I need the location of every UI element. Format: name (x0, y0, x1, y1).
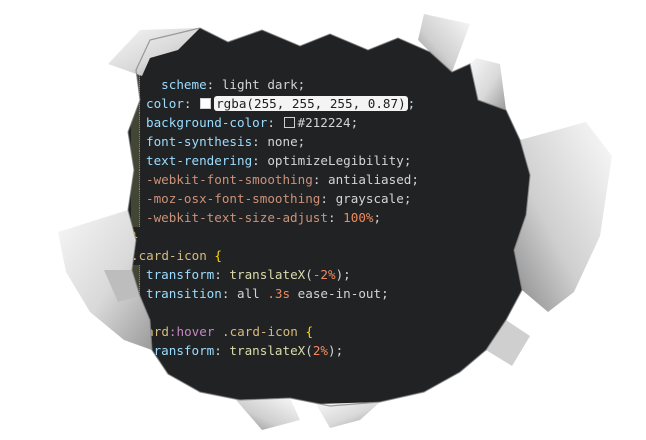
code-token: color (146, 96, 184, 111)
code-token: ); (328, 343, 344, 358)
code-token: grayscale (335, 191, 404, 206)
code-token: light dark (221, 77, 298, 92)
code-token: : (206, 77, 222, 92)
code-token: 100% (343, 210, 374, 225)
color-swatch-icon[interactable] (284, 117, 295, 128)
code-token: font-synthesis (146, 134, 253, 149)
code-line[interactable]: background-color: #212224; (146, 113, 358, 132)
code-token: : (267, 115, 283, 130)
code-token: ; (403, 191, 412, 206)
code-token: : (327, 210, 344, 225)
code-line[interactable]: transform: translateX(2%); (146, 341, 343, 360)
code-token: : (320, 191, 336, 206)
code-line[interactable]: color: rgba(255, 255, 255, 0.87); (146, 94, 415, 113)
code-line[interactable]: font-synthesis: none; (146, 132, 305, 151)
code-token: -2% (312, 267, 336, 282)
code-line[interactable]: -webkit-font-smoothing: antialiased; (146, 170, 419, 189)
code-token: -webkit-text-size-adjust (146, 210, 328, 225)
code-token: scheme (146, 77, 207, 92)
code-token: #212224 (297, 115, 351, 130)
code-token: ; (381, 286, 389, 301)
code-line[interactable]: scheme: light dark; (146, 75, 305, 94)
code-token: ); (335, 267, 351, 282)
code-token: : (183, 96, 200, 111)
code-token: ; (297, 134, 306, 149)
code-token: { (305, 324, 314, 339)
code-line[interactable]: text-rendering: optimizeLegibility; (146, 151, 411, 170)
indent-guide (131, 132, 140, 151)
code-token: translateX (229, 343, 306, 358)
code-token: : (214, 267, 230, 282)
code-token: transform (146, 267, 215, 282)
code-token: .card-icon (131, 248, 207, 263)
code-token: ; (411, 172, 419, 187)
highlighted-value: rgba(255, 255, 255, 0.87) (216, 96, 406, 111)
code-line[interactable]: transform: translateX(-2%); (146, 265, 351, 284)
code-token: { (214, 248, 223, 263)
code-token: :hover (168, 324, 215, 339)
code-token: ; (403, 153, 412, 168)
code-token: ; (350, 115, 359, 130)
code-token: : (252, 153, 268, 168)
code-line[interactable]: -moz-osx-font-smoothing: grayscale; (146, 189, 411, 208)
code-token: none (267, 134, 298, 149)
code-token: ; (407, 96, 416, 111)
indent-guide (131, 208, 140, 227)
code-token: transition (146, 286, 222, 301)
code-token: ease-in-out (290, 286, 382, 301)
code-token: ; (297, 77, 306, 92)
code-token: ( (305, 267, 313, 282)
code-line[interactable]: -webkit-text-size-adjust: 100%; (146, 208, 381, 227)
code-token: : (252, 134, 268, 149)
code-token: ( (305, 343, 313, 358)
code-token: all (237, 286, 268, 301)
code-token: -webkit-font-smoothing (146, 172, 313, 187)
code-token: .3s (267, 286, 291, 301)
torn-paper-scene: scheme: light dark; color: rgba(255, 255,… (0, 0, 646, 440)
code-token: text-rendering (146, 153, 253, 168)
code-line[interactable]: .card-icon { (131, 246, 222, 265)
indent-guide (131, 189, 140, 208)
code-token: optimizeLegibility (267, 153, 404, 168)
code-token: ; (373, 210, 382, 225)
code-token: background-color (146, 115, 268, 130)
color-swatch-icon[interactable] (200, 98, 211, 109)
code-token: translateX (229, 267, 306, 282)
code-token: : (312, 172, 328, 187)
code-token: : (221, 286, 237, 301)
code-token: antialiased (327, 172, 412, 187)
code-token: 2% (312, 343, 329, 358)
code-token: transform (146, 343, 215, 358)
code-token: .card-icon (222, 324, 298, 339)
code-line[interactable]: transition: all .3s ease-in-out; (146, 284, 389, 303)
code-token: -moz-osx-font-smoothing (146, 191, 321, 206)
code-token: : (214, 343, 230, 358)
code-line[interactable]: .card:hover .card-icon { (131, 322, 313, 341)
